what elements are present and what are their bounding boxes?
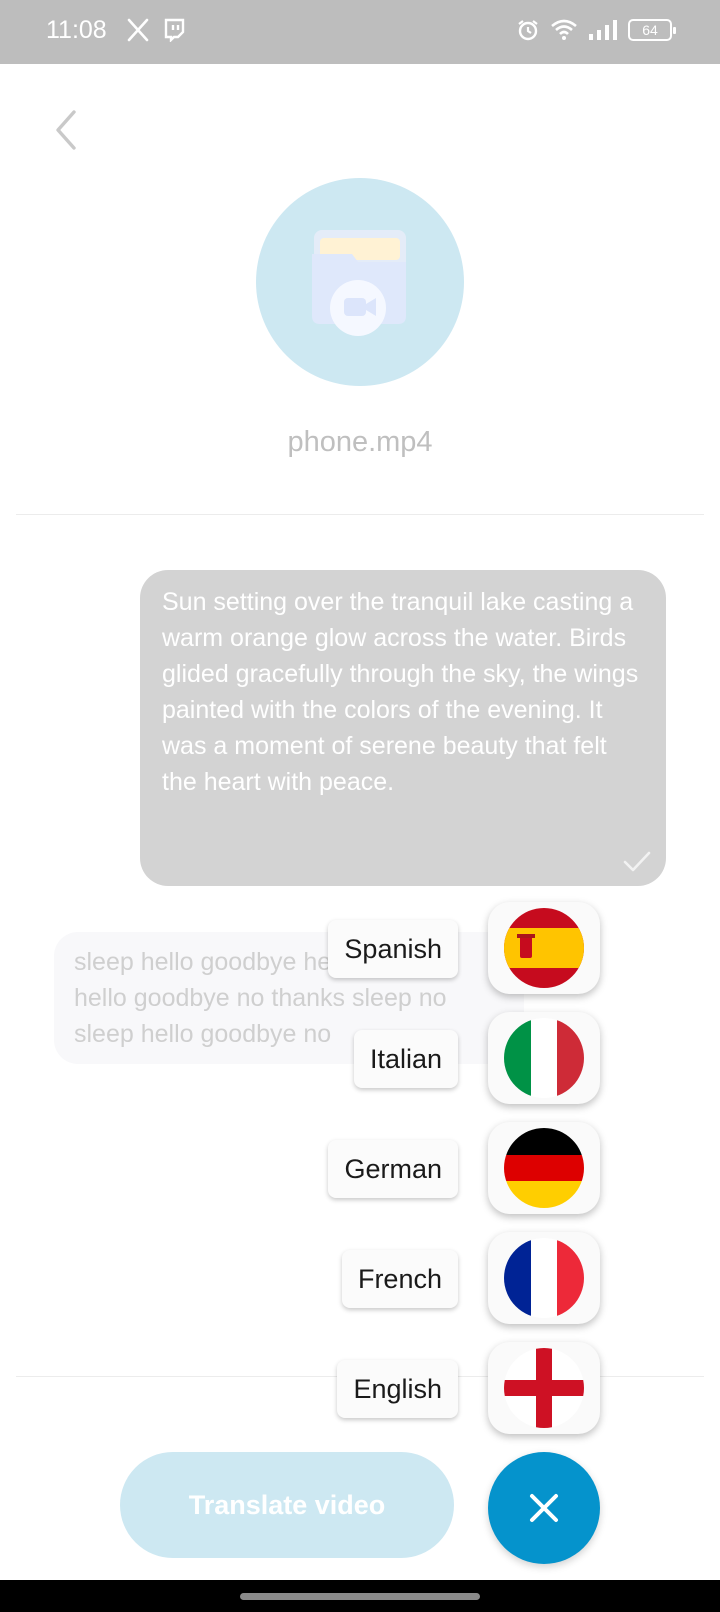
status-bar: 11:08 64	[0, 0, 720, 64]
twitch-icon	[164, 18, 185, 42]
france-flag-icon	[504, 1238, 584, 1318]
battery-indicator: 64	[628, 19, 676, 41]
language-label-german[interactable]: German	[328, 1140, 458, 1198]
close-menu-button[interactable]	[488, 1452, 600, 1564]
video-folder-icon	[312, 230, 406, 336]
top-divider	[16, 514, 704, 515]
language-label-english[interactable]: English	[337, 1360, 458, 1418]
message-bubble-main[interactable]: Sun setting over the tranquil lake casti…	[140, 570, 666, 886]
england-flag-icon	[504, 1348, 584, 1428]
language-label-spanish[interactable]: Spanish	[328, 920, 458, 978]
italy-flag-icon	[504, 1018, 584, 1098]
language-button-german[interactable]	[488, 1122, 600, 1214]
germany-flag-icon	[504, 1128, 584, 1208]
wifi-icon	[551, 19, 577, 40]
translate-video-button[interactable]: Translate video	[120, 1452, 454, 1558]
system-navigation-bar	[0, 1580, 720, 1612]
status-time: 11:08	[46, 16, 107, 44]
alarm-icon	[518, 20, 538, 41]
home-indicator[interactable]	[240, 1593, 480, 1600]
spain-flag-icon	[504, 908, 584, 988]
language-option-italian[interactable]: Italian	[40, 1012, 600, 1124]
file-name: phone.mp4	[287, 426, 433, 458]
language-button-english[interactable]	[488, 1342, 600, 1434]
x-icon	[127, 18, 149, 42]
signal-icon	[589, 20, 617, 40]
language-option-spanish[interactable]: Spanish	[40, 902, 600, 1014]
language-button-french[interactable]	[488, 1232, 600, 1324]
language-option-french[interactable]: French	[40, 1232, 600, 1344]
message-main-text: Sun setting over the tranquil lake casti…	[162, 588, 639, 796]
chevron-left-icon	[56, 110, 76, 150]
file-detail-page: phone.mp4 Sun setting over the tranquil …	[0, 64, 720, 1580]
status-left-icons	[126, 18, 186, 42]
language-button-spanish[interactable]	[488, 902, 600, 994]
language-option-english[interactable]: English	[40, 1342, 600, 1454]
back-button[interactable]	[44, 104, 88, 156]
language-button-italian[interactable]	[488, 1012, 600, 1104]
status-right-icons: 64	[516, 18, 676, 42]
check-icon	[623, 851, 651, 872]
close-icon	[530, 1494, 558, 1522]
file-thumbnail	[256, 178, 464, 386]
language-label-italian[interactable]: Italian	[353, 1030, 458, 1088]
language-label-french[interactable]: French	[341, 1250, 458, 1308]
language-option-german[interactable]: German	[40, 1122, 600, 1234]
